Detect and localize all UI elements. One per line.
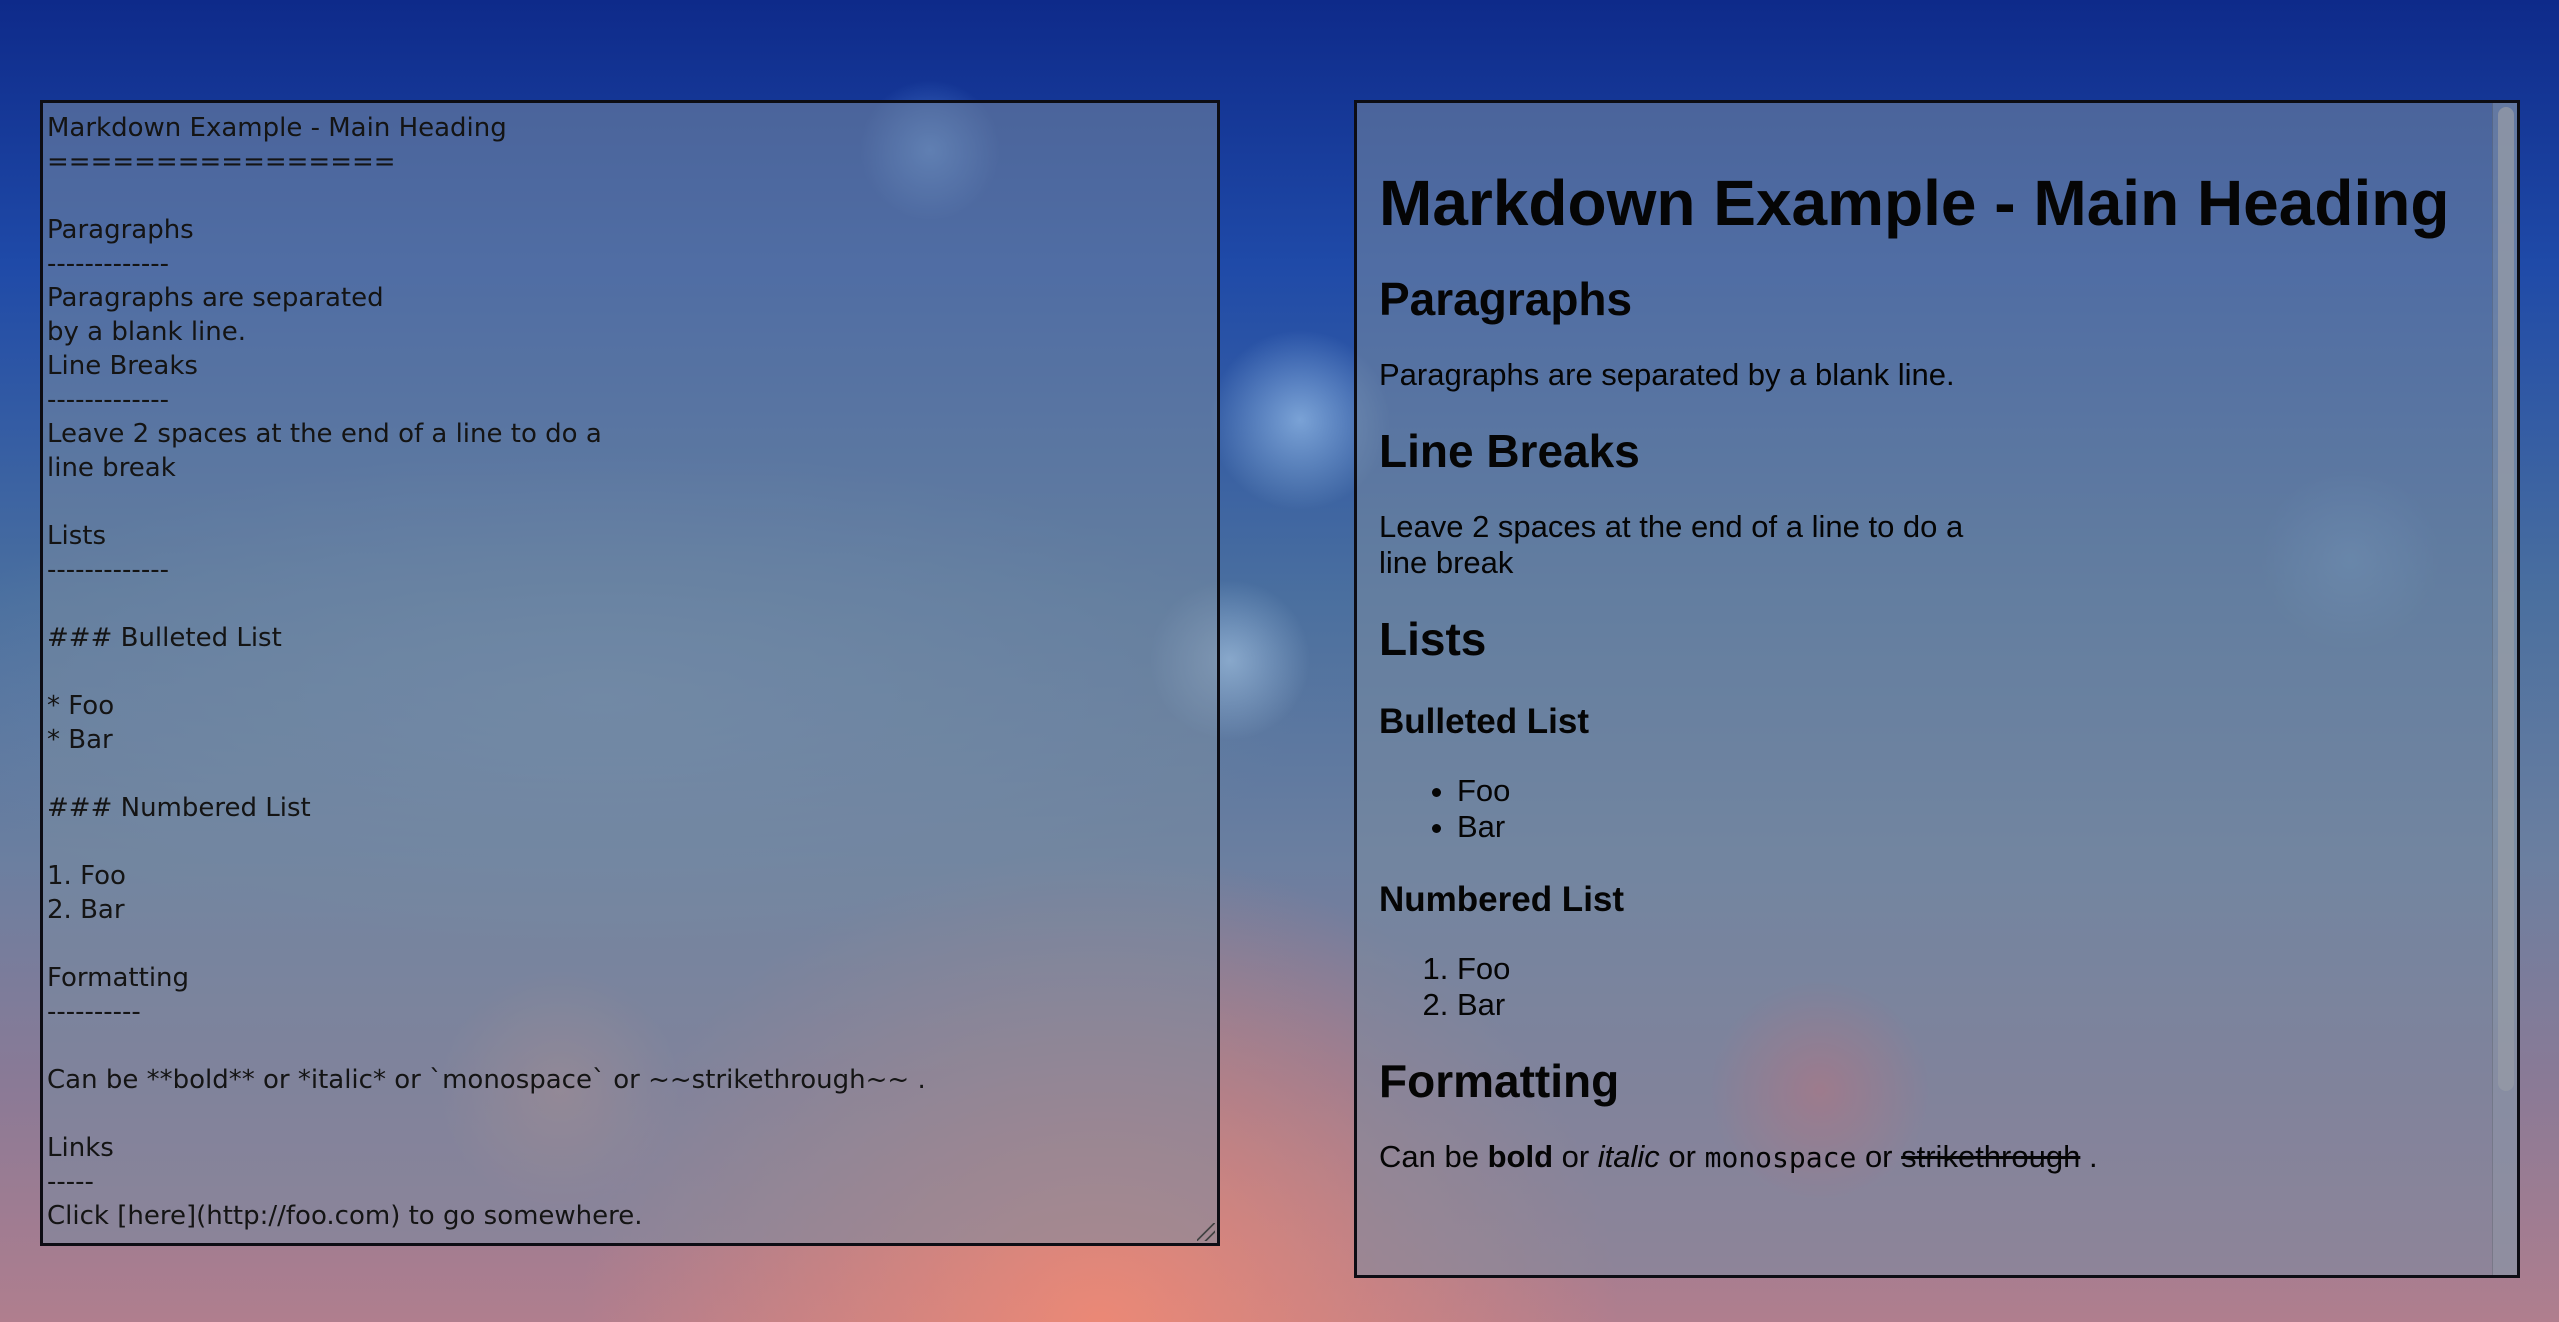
formatting-separator: or	[1659, 1139, 1705, 1174]
preview-formatting-text: Can be bold or italic or monospace or st…	[1379, 1139, 2481, 1176]
preview-heading-lists: Lists	[1379, 613, 1487, 665]
preview-line-break-text: Leave 2 spaces at the end of a line to d…	[1379, 509, 2481, 581]
monospace-text: monospace	[1704, 1141, 1857, 1174]
formatting-suffix: .	[2080, 1139, 2098, 1174]
numbered-list: Foo Bar	[1379, 951, 2481, 1023]
list-item: Foo	[1457, 951, 2481, 987]
formatting-separator: or	[1553, 1139, 1598, 1174]
preview-heading-bulleted-list: Bulleted List	[1379, 702, 1590, 741]
line-break-line-2: line break	[1379, 545, 1514, 580]
markdown-editor-pane: Markdown Example - Main Heading ========…	[40, 100, 1220, 1246]
list-item: Foo	[1457, 773, 2481, 809]
markdown-source-textarea[interactable]: Markdown Example - Main Heading ========…	[43, 103, 1217, 1243]
resize-handle-icon[interactable]	[1197, 1223, 1215, 1241]
formatting-prefix: Can be	[1379, 1139, 1488, 1174]
preview-heading-numbered-list: Numbered List	[1379, 880, 1625, 919]
line-break-line-1: Leave 2 spaces at the end of a line to d…	[1379, 509, 1964, 544]
list-item: Bar	[1457, 809, 2481, 845]
markdown-preview-pane: Markdown Example - Main Heading Paragrap…	[1354, 100, 2520, 1278]
bulleted-list: Foo Bar	[1379, 773, 2481, 845]
preview-scrollbar-thumb[interactable]	[2498, 107, 2514, 1091]
preview-main-heading: Markdown Example - Main Heading	[1379, 167, 2450, 239]
preview-heading-line-breaks: Line Breaks	[1379, 425, 1640, 477]
italic-text: italic	[1597, 1139, 1660, 1174]
preview-paragraph-text: Paragraphs are separated by a blank line…	[1379, 357, 1955, 392]
strikethrough-text: strikethrough	[1901, 1139, 2081, 1174]
preview-heading-formatting: Formatting	[1379, 1055, 1620, 1107]
preview-heading-paragraphs: Paragraphs	[1379, 273, 1633, 325]
formatting-separator: or	[1856, 1139, 1902, 1174]
bold-text: bold	[1487, 1139, 1553, 1174]
list-item: Bar	[1457, 987, 2481, 1023]
preview-scrollbar-track[interactable]	[2492, 103, 2517, 1275]
preview-content: Markdown Example - Main Heading Paragrap…	[1379, 103, 2481, 1206]
